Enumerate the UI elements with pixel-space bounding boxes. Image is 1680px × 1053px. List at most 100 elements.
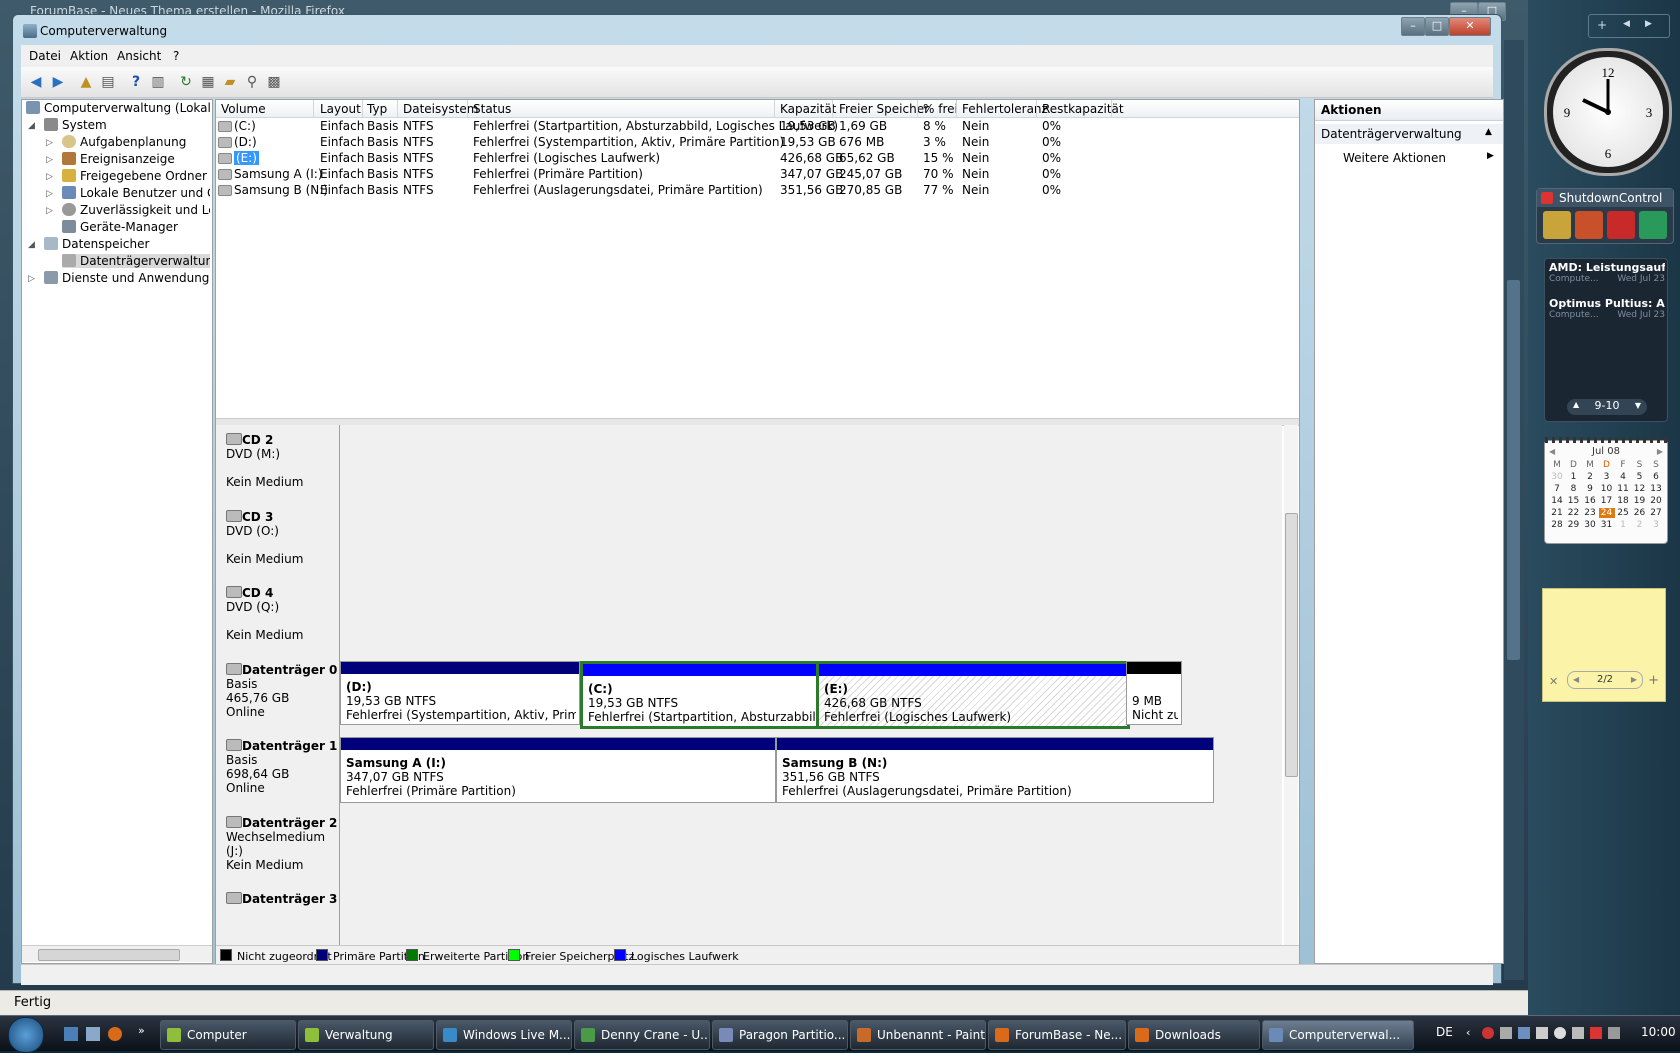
tree-item-freigegebene-ordner[interactable]: Freigegebene Ordner bbox=[62, 169, 210, 183]
scrollbar-thumb[interactable] bbox=[38, 949, 180, 961]
tray-expand-icon[interactable]: ‹ bbox=[1466, 1026, 1470, 1039]
table-row[interactable]: Samsung A (I:) Einfach Basis NTFS Fehlerfrei… bbox=[216, 166, 1299, 182]
scrollbar-thumb[interactable] bbox=[1507, 280, 1520, 660]
up-arrow-icon[interactable]: ▲ bbox=[1573, 400, 1579, 409]
taskbar-button[interactable]: Denny Crane - U... bbox=[574, 1020, 710, 1050]
calendar-day[interactable]: 19 bbox=[1632, 496, 1648, 506]
background-scrollbar[interactable] bbox=[1504, 40, 1524, 980]
calendar-day[interactable]: 4 bbox=[1615, 472, 1631, 482]
calendar-day[interactable]: 24 bbox=[1598, 508, 1615, 518]
disk-label-2[interactable]: CD 4 DVD (Q:) Kein Medium bbox=[216, 578, 340, 657]
disk-label-4[interactable]: Datenträger 1 Basis 698,64 GB Online bbox=[216, 731, 340, 810]
column-header-prozent-frei[interactable]: % frei bbox=[923, 102, 958, 116]
next-note-icon[interactable]: ▶ bbox=[1631, 672, 1637, 687]
calendar-day[interactable]: 15 bbox=[1566, 496, 1582, 506]
menu-aktion[interactable]: Aktion bbox=[70, 49, 108, 63]
tree-item-zuverlaessigkeit[interactable]: Zuverlässigkeit und Leis bbox=[62, 203, 210, 217]
calendar-day[interactable]: 12 bbox=[1632, 484, 1648, 494]
taskbar-button[interactable]: Paragon Partitio... bbox=[712, 1020, 848, 1050]
tree-item-system[interactable]: System bbox=[44, 118, 210, 132]
column-header-fehlertoleranz[interactable]: Fehlertoleranz bbox=[962, 102, 1048, 116]
next-icon[interactable]: ▶ bbox=[1645, 19, 1652, 29]
shutdown-icon[interactable] bbox=[1607, 211, 1635, 239]
column-header-freier-speicher[interactable]: Freier Speicher bbox=[839, 102, 929, 116]
notes-gadget[interactable]: ✕ ◀ 2/2 ▶ + bbox=[1542, 588, 1666, 702]
calendar-day[interactable]: 30 bbox=[1549, 472, 1565, 482]
expand-triangle-icon[interactable]: ▷ bbox=[46, 172, 53, 182]
back-arrow-icon[interactable]: ◀ bbox=[27, 73, 45, 91]
calendar-day[interactable]: 29 bbox=[1566, 520, 1582, 530]
network-tray-icon[interactable] bbox=[1500, 1027, 1512, 1039]
partition-disk1-1[interactable]: Samsung B (N:) 351,56 GB NTFS Fehlerfrei (… bbox=[776, 737, 1214, 803]
search-icon[interactable]: ⚲ bbox=[243, 73, 261, 91]
calendar-day[interactable]: 18 bbox=[1615, 496, 1631, 506]
taskbar-button[interactable]: Downloads bbox=[1128, 1020, 1260, 1050]
calendar-day[interactable]: 8 bbox=[1566, 484, 1582, 494]
calendar-day[interactable]: 2 bbox=[1632, 520, 1648, 530]
calendar-day[interactable]: 5 bbox=[1632, 472, 1648, 482]
disk-label-3[interactable]: Datenträger 0 Basis 465,76 GB Online bbox=[216, 655, 340, 734]
show-hide-tree-icon[interactable]: ▤ bbox=[99, 73, 117, 91]
clock-gadget[interactable]: 12 3 6 9 bbox=[1544, 48, 1672, 176]
calendar-day[interactable]: 22 bbox=[1566, 508, 1582, 518]
language-indicator[interactable]: DE bbox=[1436, 1025, 1453, 1039]
add-note-icon[interactable]: + bbox=[1648, 673, 1659, 688]
calendar-day[interactable]: 6 bbox=[1648, 472, 1664, 482]
restart-icon[interactable] bbox=[1639, 211, 1667, 239]
calendar-day[interactable]: 2 bbox=[1582, 472, 1598, 482]
calendar-day[interactable]: 26 bbox=[1632, 508, 1648, 518]
partition-0[interactable]: (D:) 19,53 GB NTFS Fehlerfrei (Systemparti… bbox=[340, 661, 580, 725]
taskbar-button[interactable]: Verwaltung bbox=[298, 1020, 434, 1050]
calendar-day[interactable]: 14 bbox=[1549, 496, 1565, 506]
actions-section-disk-management[interactable]: Datenträgerverwaltung ▲ bbox=[1315, 124, 1503, 144]
tray-app-icon[interactable] bbox=[1554, 1027, 1566, 1039]
expand-triangle-icon[interactable]: ▷ bbox=[46, 189, 53, 199]
switch-windows-icon[interactable] bbox=[86, 1027, 100, 1041]
forward-arrow-icon[interactable]: ▶ bbox=[49, 73, 67, 91]
tree-item-ereignisanzeige[interactable]: Ereignisanzeige bbox=[62, 152, 210, 166]
start-button[interactable] bbox=[8, 1017, 44, 1053]
calendar-day[interactable]: 9 bbox=[1582, 484, 1598, 494]
open-folder-icon[interactable]: ▰ bbox=[221, 73, 239, 91]
help-icon[interactable]: ? bbox=[127, 73, 145, 91]
calendar-day[interactable]: 3 bbox=[1648, 520, 1664, 530]
menu-ansicht[interactable]: Ansicht bbox=[117, 49, 161, 63]
tray-app-icon[interactable] bbox=[1608, 1027, 1620, 1039]
add-gadget-icon[interactable]: + bbox=[1597, 18, 1607, 32]
quicklaunch-more-icon[interactable]: » bbox=[138, 1024, 145, 1037]
firefox-quicklaunch-icon[interactable] bbox=[108, 1027, 122, 1041]
tree-item-dienste[interactable]: Dienste und Anwendungen bbox=[44, 271, 210, 285]
up-folder-icon[interactable]: ▲ bbox=[77, 73, 95, 91]
feed-item[interactable]: Optimus Pultius: Art ... Compute... Wed … bbox=[1549, 297, 1665, 320]
partition-disk1-0[interactable]: Samsung A (I:) 347,07 GB NTFS Fehlerfrei (… bbox=[340, 737, 776, 803]
prev-icon[interactable]: ◀ bbox=[1623, 19, 1630, 29]
down-arrow-icon[interactable]: ▼ bbox=[1635, 401, 1641, 410]
show-desktop-icon[interactable] bbox=[64, 1027, 78, 1041]
feed-item[interactable]: AMD: Leistungsaufn... Compute... Wed Jul… bbox=[1549, 261, 1665, 284]
disk-label-1[interactable]: CD 3 DVD (O:) Kein Medium bbox=[216, 502, 340, 581]
graphical-view-scrollbar[interactable] bbox=[1284, 425, 1298, 945]
notes-pager[interactable]: ◀ 2/2 ▶ bbox=[1567, 671, 1643, 689]
close-button[interactable]: ✕ bbox=[1449, 17, 1491, 36]
calendar-day[interactable]: 28 bbox=[1549, 520, 1565, 530]
table-row[interactable]: (E:) Einfach Basis NTFS Fehlerfrei (Logische… bbox=[216, 150, 1299, 166]
expand-triangle-icon[interactable]: ◢ bbox=[28, 240, 35, 250]
taskbar-button[interactable]: Windows Live M... bbox=[436, 1020, 572, 1050]
calendar-day[interactable]: 16 bbox=[1582, 496, 1598, 506]
calendar-day[interactable]: 11 bbox=[1615, 484, 1631, 494]
calendar-day[interactable]: 7 bbox=[1549, 484, 1565, 494]
actions-more-item[interactable]: Weitere Aktionen ▶ bbox=[1315, 148, 1503, 168]
properties-icon[interactable]: ▦ bbox=[199, 73, 217, 91]
power-icon[interactable] bbox=[1575, 211, 1603, 239]
tree-item-geraete-manager[interactable]: Geräte-Manager bbox=[62, 220, 210, 234]
minimize-button[interactable]: – bbox=[1401, 17, 1425, 36]
expand-triangle-icon[interactable]: ▷ bbox=[46, 138, 53, 148]
expand-triangle-icon[interactable]: ▷ bbox=[28, 274, 35, 284]
disk-label-0[interactable]: CD 2 DVD (M:) Kein Medium bbox=[216, 425, 340, 504]
tray-app-icon[interactable] bbox=[1518, 1027, 1530, 1039]
prev-note-icon[interactable]: ◀ bbox=[1573, 672, 1579, 687]
collapse-triangle-icon[interactable]: ▲ bbox=[1485, 127, 1492, 137]
calendar-day[interactable]: 27 bbox=[1648, 508, 1664, 518]
table-row[interactable]: Samsung B (N:) Einfach Basis NTFS Fehlerfrei… bbox=[216, 182, 1299, 198]
tree-horizontal-scrollbar[interactable] bbox=[22, 945, 212, 962]
